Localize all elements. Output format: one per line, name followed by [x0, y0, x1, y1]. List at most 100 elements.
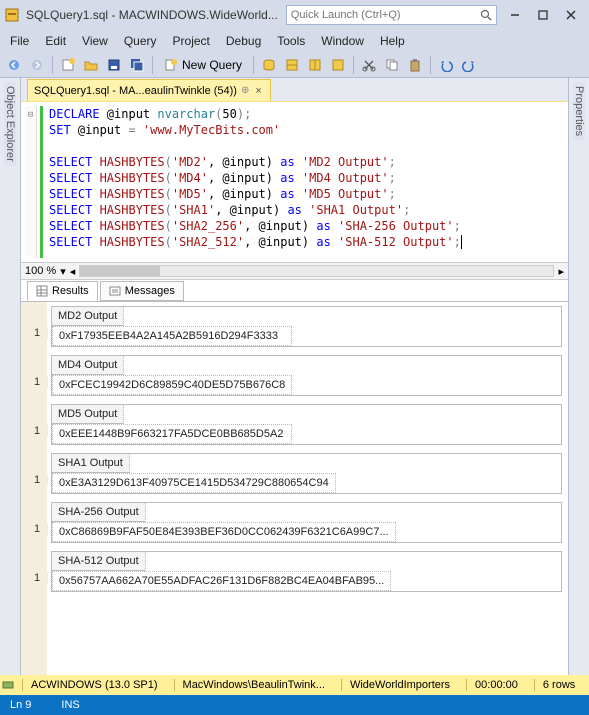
zoom-level[interactable]: 100 %: [25, 265, 56, 277]
editor-tab-label: SQLQuery1.sql - MA...eaulinTwinkle (54)): [34, 85, 237, 97]
status-server: ACWINDOWS (13.0 SP1): [22, 679, 166, 691]
toolbar-divider: [430, 56, 431, 74]
result-cell[interactable]: 0xC86869B9FAF50E84E393BEF36D0CC062439F63…: [52, 522, 396, 542]
new-query-button[interactable]: New Query: [158, 55, 248, 75]
result-column-header[interactable]: MD2 Output: [52, 307, 124, 326]
status-database: WideWorldImporters: [341, 679, 458, 691]
main-area: SQLQuery1.sql - MA...eaulinTwinkle (54))…: [21, 78, 568, 675]
row-number[interactable]: 1: [26, 327, 48, 339]
database-engine-query-icon[interactable]: [259, 55, 279, 75]
close-button[interactable]: [557, 4, 585, 26]
nav-forward-icon[interactable]: [27, 55, 47, 75]
maximize-button[interactable]: [529, 4, 557, 26]
minimize-button[interactable]: [501, 4, 529, 26]
menu-window[interactable]: Window: [313, 32, 372, 50]
text-caret: [461, 235, 462, 249]
quick-launch-input[interactable]: [291, 9, 480, 21]
outline-collapse-icon[interactable]: ⊟: [28, 108, 33, 122]
status-user: MacWindows\BeaulinTwink...: [174, 679, 333, 691]
menu-project[interactable]: Project: [165, 32, 218, 50]
quick-launch[interactable]: [286, 5, 497, 25]
new-query-icon: [164, 58, 178, 72]
result-cell[interactable]: 0x56757AA662A70E55ADFAC26F131D6F882BC4EA…: [52, 571, 391, 591]
dmx-icon[interactable]: [305, 55, 325, 75]
editor-tabstrip: SQLQuery1.sql - MA...eaulinTwinkle (54))…: [21, 78, 568, 102]
copy-icon[interactable]: [382, 55, 402, 75]
menu-debug[interactable]: Debug: [218, 32, 269, 50]
result-column-header[interactable]: SHA1 Output: [52, 454, 130, 473]
code-area[interactable]: DECLARE @input nvarchar(50); SET @input …: [40, 106, 566, 258]
paste-icon[interactable]: [405, 55, 425, 75]
menu-help[interactable]: Help: [372, 32, 413, 50]
chevron-down-icon[interactable]: ▾: [60, 265, 66, 278]
menu-query[interactable]: Query: [116, 32, 165, 50]
menu-view[interactable]: View: [74, 32, 116, 50]
menu-tools[interactable]: Tools: [269, 32, 313, 50]
properties-panel[interactable]: Properties: [568, 78, 589, 675]
title-bar: SQLQuery1.sql - MACWINDOWS.WideWorld...: [0, 0, 589, 30]
sql-editor[interactable]: ⊟ DECLARE @input nvarchar(50); SET @inpu…: [21, 102, 568, 262]
new-query-label: New Query: [178, 58, 242, 72]
status-connection-icon: [2, 679, 14, 691]
scrollbar-thumb[interactable]: [80, 266, 160, 276]
nav-back-icon[interactable]: [4, 55, 24, 75]
pin-icon[interactable]: ⊕: [241, 85, 249, 96]
result-column-header[interactable]: SHA-256 Output: [52, 503, 146, 522]
toolbar-divider: [353, 56, 354, 74]
scroll-left-icon[interactable]: ◂: [70, 265, 76, 278]
results-pane[interactable]: 1 MD2 Output0xF17935EEB4A2A145A2B5916D294…: [21, 302, 568, 675]
result-column-header[interactable]: MD4 Output: [52, 356, 124, 375]
status-rows: 6 rows: [534, 679, 583, 691]
main-toolbar: New Query: [0, 52, 589, 78]
menu-edit[interactable]: Edit: [37, 32, 74, 50]
row-number[interactable]: 1: [26, 425, 48, 437]
xmla-icon[interactable]: [328, 55, 348, 75]
row-number[interactable]: 1: [26, 572, 48, 584]
tab-close-icon[interactable]: ×: [253, 85, 263, 97]
tab-messages[interactable]: Messages: [100, 281, 184, 301]
tab-results[interactable]: Results: [27, 281, 98, 301]
status-bar-connection: ACWINDOWS (13.0 SP1) MacWindows\BeaulinT…: [0, 675, 589, 695]
row-number[interactable]: 1: [26, 523, 48, 535]
row-number[interactable]: 1: [26, 474, 48, 486]
open-file-icon[interactable]: [81, 55, 101, 75]
result-tabs: Results Messages: [21, 280, 568, 302]
editor-tab[interactable]: SQLQuery1.sql - MA...eaulinTwinkle (54))…: [27, 79, 271, 101]
horizontal-scrollbar[interactable]: [79, 265, 554, 277]
result-grid[interactable]: 1SHA-256 Output0xC86869B9FAF50E84E393BEF…: [51, 502, 562, 543]
new-project-icon[interactable]: [58, 55, 78, 75]
cut-icon[interactable]: [359, 55, 379, 75]
row-number[interactable]: 1: [26, 376, 48, 388]
search-icon[interactable]: [480, 9, 492, 21]
result-grid[interactable]: 1SHA1 Output0xE3A3129D613F40975CE1415D53…: [51, 453, 562, 494]
app-icon: [4, 7, 20, 23]
result-cell[interactable]: 0xFCEC19942D6C89859C40DE5D75B676C8: [52, 375, 292, 395]
properties-label: Properties: [573, 82, 585, 140]
redo-icon[interactable]: [459, 55, 479, 75]
result-cell[interactable]: 0xEEE1448B9F663217FA5DCE0BB685D5A2: [52, 424, 292, 444]
scroll-right-icon[interactable]: ▸: [558, 265, 564, 278]
result-grid[interactable]: 1MD5 Output0xEEE1448B9F663217FA5DCE0BB68…: [51, 404, 562, 445]
status-duration: 00:00:00: [466, 679, 526, 691]
result-cell[interactable]: 0xE3A3129D613F40975CE1415D534729C880654C…: [52, 473, 336, 493]
workspace: Object Explorer SQLQuery1.sql - MA...eau…: [0, 78, 589, 675]
undo-icon[interactable]: [436, 55, 456, 75]
status-bar-editor: Ln 9 INS: [0, 695, 589, 715]
result-grid[interactable]: 1MD2 Output0xF17935EEB4A2A145A2B5916D294…: [51, 306, 562, 347]
menu-file[interactable]: File: [2, 32, 37, 50]
save-icon[interactable]: [104, 55, 124, 75]
editor-gutter: ⊟: [25, 106, 37, 258]
tab-results-label: Results: [52, 285, 89, 297]
save-all-icon[interactable]: [127, 55, 147, 75]
object-explorer-panel[interactable]: Object Explorer: [0, 78, 21, 675]
result-grid[interactable]: 1SHA-512 Output0x56757AA662A70E55ADFAC26…: [51, 551, 562, 592]
messages-icon: [109, 285, 121, 297]
result-cell[interactable]: 0xF17935EEB4A2A145A2B5916D294F3333: [52, 326, 292, 346]
result-grid[interactable]: 1MD4 Output0xFCEC19942D6C89859C40DE5D75B…: [51, 355, 562, 396]
status-line: Ln 9: [10, 699, 31, 711]
object-explorer-label: Object Explorer: [4, 82, 16, 166]
editor-zoom-bar: 100 % ▾ ◂ ▸: [21, 262, 568, 280]
analysis-services-icon[interactable]: [282, 55, 302, 75]
result-column-header[interactable]: MD5 Output: [52, 405, 124, 424]
result-column-header[interactable]: SHA-512 Output: [52, 552, 146, 571]
